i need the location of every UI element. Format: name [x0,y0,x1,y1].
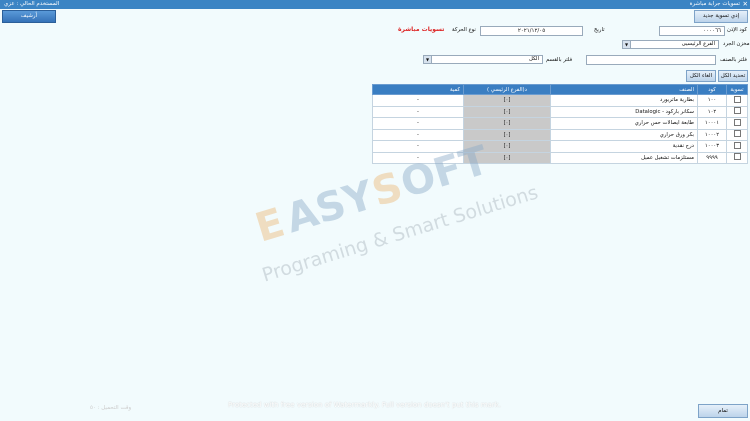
row-code: ١٠٢ [697,105,727,118]
checkbox-box[interactable] [733,153,741,161]
movement-value: تسويات مباشرة [398,26,445,33]
row-branch: [٠] [463,94,551,107]
checkbox-box[interactable] [733,141,741,149]
checkbox-box[interactable] [733,130,741,138]
filter-item-label: فلتر بالصنف [720,57,747,63]
table-row[interactable]: ١٠٠ بطارية ماتريورد [٠] - [372,94,748,107]
code-label: كود الإذن [727,27,748,33]
row-code: ١٠٠ [697,94,727,107]
close-icon[interactable]: ✕ [743,0,748,8]
done-button[interactable]: تمام [698,404,748,418]
current-user: المستخدم الحالي : عزي [4,1,60,7]
settle-checkbox[interactable] [726,94,748,107]
row-item: سكانر باركود - Datalogic [550,105,698,118]
watermark: E ASY S OFT Programing & Smart Solutions [234,105,540,324]
chevron-down-icon[interactable]: ▼ [424,56,432,63]
header-qty[interactable]: كمية [372,84,464,95]
row-code: ١٠٠٠٢ [697,128,727,141]
filter-item-input[interactable] [586,55,716,65]
watermark-notice: Protected with free version of Watermark… [228,401,501,409]
deselect-all-button[interactable]: الغاء الكل [686,70,716,82]
date-label: تاريخ [594,27,605,33]
filter-section-select[interactable]: ▼ الكل [423,55,543,64]
date-field[interactable]: ٢٠٢١/١٢/٠٥ [480,26,583,36]
store-value: الفرع الرئيسيى [681,41,715,47]
table-row[interactable]: ١٠٢ سكانر باركود - Datalogic [٠] - [372,105,748,118]
header-settle[interactable]: تسوية [726,84,748,95]
load-time: وقت التحميل : ٥٠ [90,405,132,411]
store-select[interactable]: ▼ الفرع الرئيسيى [622,40,719,49]
row-item: بطارية ماتريورد [550,94,698,107]
checkbox-box[interactable] [733,107,741,115]
row-item: بكر ورق حراري [550,128,698,141]
watermark-brand-4: OFT [395,137,494,208]
title-bar: المستخدم الحالي : عزي تسويات جرابة مباشر… [0,0,750,9]
code-field[interactable]: ٠٠٠٠٦٦ [659,26,725,36]
filter-section-label: فلتر بالقسم [546,57,573,63]
settle-checkbox[interactable] [726,128,748,141]
watermark-brand-2: ASY [280,172,380,243]
row-code: ١٠٠٠٣ [697,140,727,153]
row-code: ١٠٠٠١ [697,117,727,130]
settle-checkbox[interactable] [726,117,748,130]
new-settlement-button[interactable]: إدي تسوية جديد [694,10,748,23]
settle-checkbox[interactable] [726,140,748,153]
filter-section-value: الكل [528,56,539,62]
settle-checkbox[interactable] [726,105,748,118]
window-title: تسويات جرابة مباشرة [689,1,740,7]
select-all-button[interactable]: تحديد الكل [718,70,748,82]
header-branch[interactable]: د(الفرع الرئيسي ) [463,84,551,95]
archive-button[interactable]: أرشيف [2,10,56,23]
row-qty[interactable]: - [372,94,464,107]
row-item: درج نقدية [550,140,698,153]
checkbox-box[interactable] [733,118,741,126]
row-item: طابعة ايصالات حس حراري [550,117,698,130]
row-item: مستلزمات تشغيل عميل [550,151,698,164]
settle-checkbox[interactable] [726,151,748,164]
header-item[interactable]: الصنف [550,84,698,95]
row-code: ٩٩٩٩ [697,151,727,164]
chevron-down-icon[interactable]: ▼ [623,41,631,48]
checkbox-box[interactable] [733,95,741,103]
header-code[interactable]: كود [697,84,727,95]
store-label: مخزن الجرد [723,41,750,47]
grid-header-row: تسوية كود الصنف د(الفرع الرئيسي ) كمية [372,84,748,95]
movement-label: نوع الحركة [452,27,476,33]
